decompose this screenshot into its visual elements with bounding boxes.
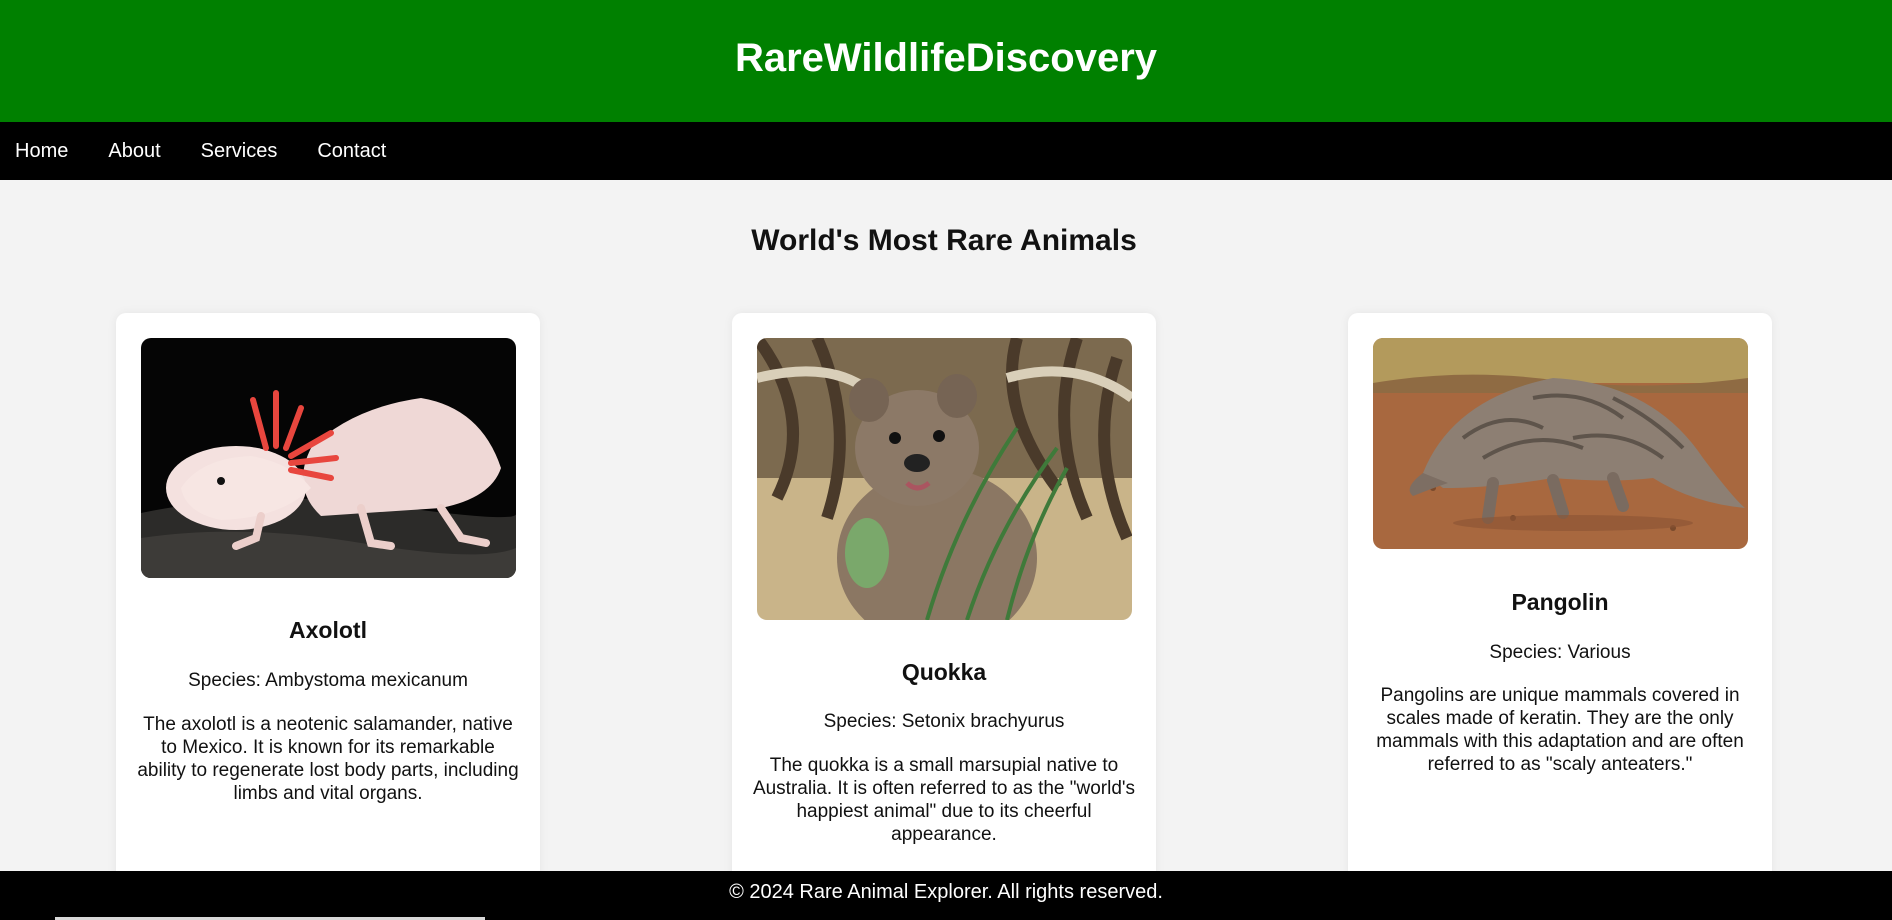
card-title: Pangolin: [1511, 589, 1609, 615]
card-title: Axolotl: [289, 617, 367, 643]
main-nav: Home About Services Contact: [0, 122, 1892, 180]
axolotl-photo: [141, 338, 516, 578]
card-description: The axolotl is a neotenic salamander, na…: [137, 714, 519, 804]
card-description: The quokka is a small marsupial native t…: [752, 755, 1136, 845]
quokka-photo: [757, 338, 1132, 620]
site-title: RareWildlifeDiscovery: [734, 35, 1158, 80]
nav-link-contact[interactable]: Contact: [317, 140, 386, 163]
nav-link-about[interactable]: About: [108, 140, 160, 163]
animal-card-pangolin: Pangolin Species: Various Pangolins are …: [1348, 313, 1772, 913]
animal-card-axolotl: Axolotl Species: Ambystoma mexicanum The…: [116, 313, 540, 913]
card-description: Pangolins are unique mammals covered in …: [1376, 685, 1744, 775]
footer-copyright: © 2024 Rare Animal Explorer. All rights …: [729, 881, 1163, 903]
card-title: Quokka: [901, 659, 987, 685]
site-footer: © 2024 Rare Animal Explorer. All rights …: [0, 871, 1892, 920]
card-species: Species: Various: [1489, 642, 1631, 663]
card-species: Species: Ambystoma mexicanum: [188, 670, 468, 691]
pangolin-photo: [1373, 338, 1748, 549]
nav-link-home[interactable]: Home: [15, 140, 68, 163]
card-species: Species: Setonix brachyurus: [823, 711, 1065, 732]
page-title: World's Most Rare Animals: [751, 224, 1137, 257]
animal-card-quokka: Quokka Species: Setonix brachyurus The q…: [732, 313, 1156, 913]
site-header: RareWildlifeDiscovery: [0, 0, 1892, 122]
nav-link-services[interactable]: Services: [201, 140, 278, 163]
